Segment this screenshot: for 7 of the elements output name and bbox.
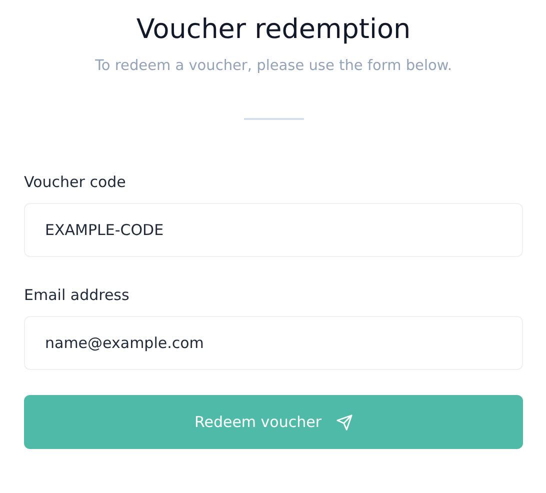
field-label: Email address	[24, 285, 130, 305]
send-icon	[336, 414, 353, 430]
page-subtitle: To redeem a voucher, please use the form below.	[95, 58, 452, 74]
field-label: Voucher code	[24, 172, 126, 192]
input-field[interactable]: name@example.com	[24, 316, 523, 370]
page-title: Voucher redemption	[136, 13, 411, 47]
input-field[interactable]: EXAMPLE-CODE	[24, 203, 523, 257]
